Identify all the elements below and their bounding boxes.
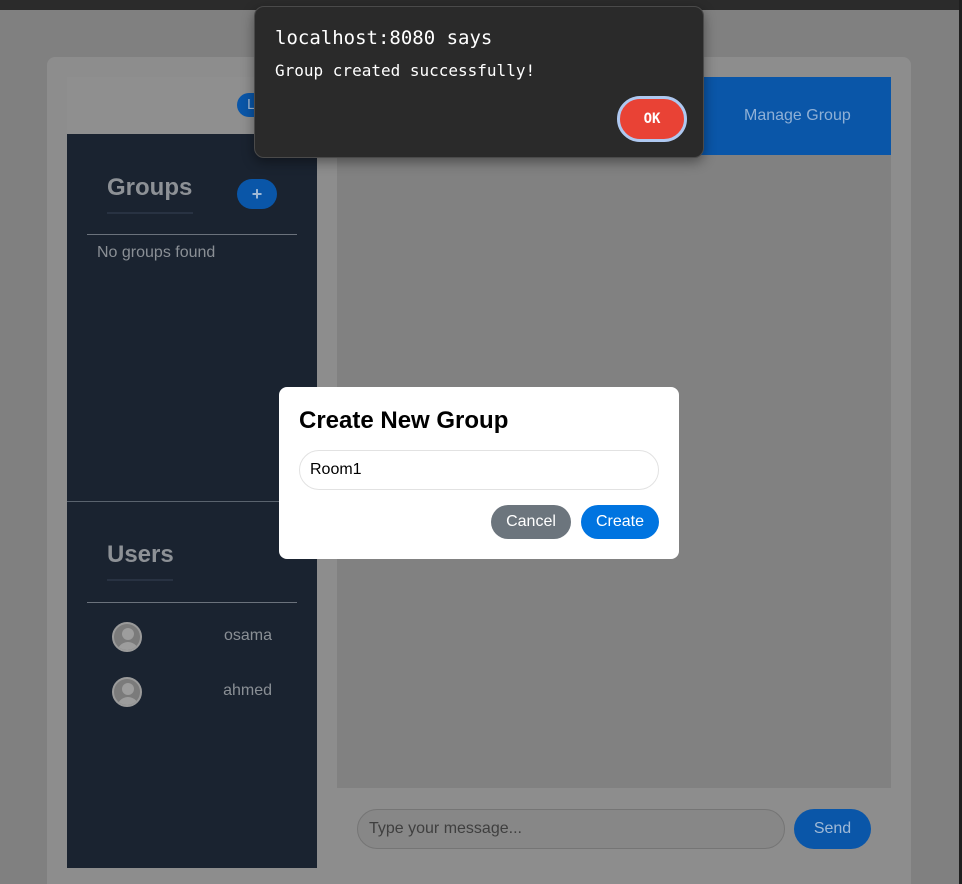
users-heading: Users: [107, 541, 174, 581]
modal-title: Create New Group: [299, 407, 509, 434]
alert-message: Group created successfully!: [275, 61, 536, 80]
browser-alert-dialog: localhost:8080 says Group created succes…: [254, 6, 704, 158]
users-divider: [87, 602, 297, 603]
user-item-ahmed[interactable]: ahmed: [112, 677, 272, 707]
user-name: ahmed: [223, 682, 272, 699]
user-name: osama: [223, 627, 272, 644]
ok-button[interactable]: OK: [617, 96, 687, 142]
user-avatar-icon: [112, 622, 142, 652]
no-groups-message: No groups found: [97, 244, 216, 261]
add-group-button[interactable]: +: [237, 179, 277, 209]
groups-divider: [87, 234, 297, 235]
cancel-button[interactable]: Cancel: [491, 505, 571, 539]
user-item-osama[interactable]: osama: [112, 622, 272, 652]
create-button[interactable]: Create: [581, 505, 659, 539]
manage-group-button[interactable]: Manage Group: [744, 107, 851, 125]
send-button[interactable]: Send: [794, 809, 871, 849]
message-input[interactable]: [357, 809, 785, 849]
groups-heading: Groups: [107, 174, 193, 214]
group-name-input[interactable]: [299, 450, 659, 490]
alert-title: localhost:8080 says: [275, 27, 493, 49]
create-group-modal: Create New Group Cancel Create: [279, 387, 679, 559]
user-avatar-icon: [112, 677, 142, 707]
